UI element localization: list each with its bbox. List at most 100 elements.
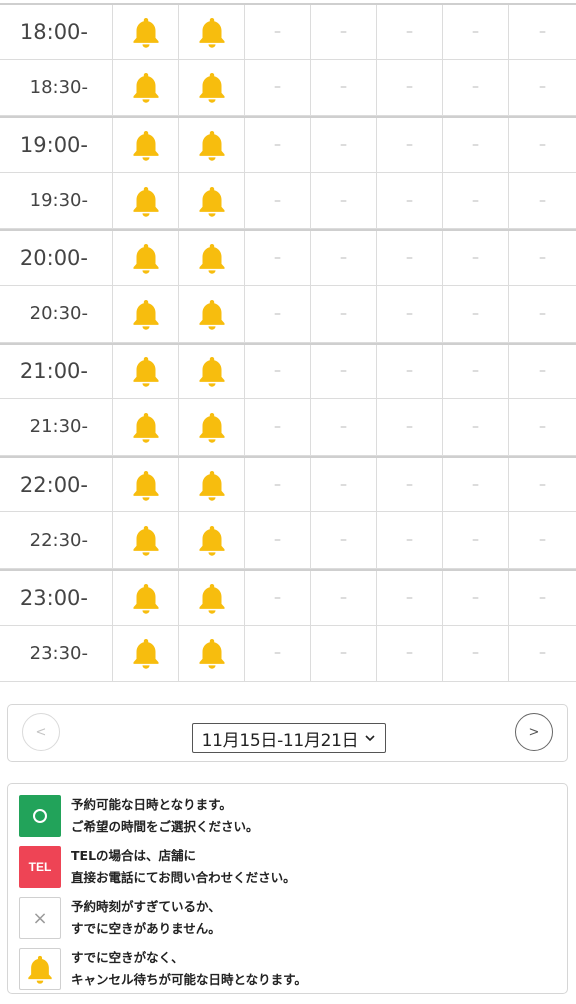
unavailable-slot: – — [377, 512, 443, 568]
legend-tel-line2: 直接お電話にてお問い合わせください。 — [71, 870, 296, 885]
unavailable-slot: – — [443, 5, 509, 59]
legend-item-tel: TEL TELの場合は、店舗に 直接お電話にてお問い合わせください。 — [19, 845, 296, 889]
unavailable-slot: – — [443, 118, 509, 172]
time-row: 20:30- – – – – – — [0, 285, 576, 343]
unavailable-slot: – — [443, 285, 509, 342]
bell-icon — [131, 298, 161, 330]
legend-box: 予約可能な日時となります。 ご希望の時間をご選択ください。 TEL TELの場合… — [7, 783, 568, 994]
unavailable-slot: – — [377, 457, 443, 512]
week-select[interactable]: 11月15日-11月21日 — [192, 723, 386, 753]
week-navigation: < 11月15日-11月21日 > — [7, 704, 568, 762]
unavailable-slot: – — [377, 285, 443, 342]
time-label: 22:00- — [0, 457, 113, 512]
time-row: 23:00- – – – – – — [0, 568, 576, 626]
unavailable-slot: – — [539, 363, 546, 380]
waitlist-slot[interactable] — [179, 285, 245, 342]
bell-icon — [197, 411, 227, 443]
unavailable-slot: – — [377, 231, 443, 285]
time-label: 18:30- — [0, 59, 113, 116]
unavailable-slot: – — [311, 457, 377, 512]
bell-icon — [131, 129, 161, 161]
unavailable-slot: – — [539, 418, 546, 435]
time-label: 19:30- — [0, 172, 113, 229]
bell-icon — [197, 298, 227, 330]
cross-icon: × — [19, 897, 61, 939]
waitlist-slot[interactable] — [113, 570, 179, 625]
next-week-button[interactable]: > — [515, 713, 553, 751]
unavailable-slot: – — [245, 512, 311, 568]
tel-icon: TEL — [19, 846, 61, 888]
unavailable-slot: – — [539, 23, 546, 40]
bell-icon — [131, 242, 161, 274]
waitlist-slot[interactable] — [179, 399, 245, 455]
time-label: 23:30- — [0, 625, 113, 682]
unavailable-slot: – — [377, 570, 443, 625]
waitlist-slot[interactable] — [113, 399, 179, 455]
waitlist-slot[interactable] — [113, 457, 179, 512]
unavailable-slot: – — [245, 570, 311, 625]
unavailable-slot: – — [311, 5, 377, 59]
unavailable-slot: – — [539, 532, 546, 549]
unavailable-slot: – — [377, 118, 443, 172]
legend-closed-line2: すでに空きがありません。 — [71, 921, 221, 936]
prev-week-button[interactable]: < — [22, 713, 60, 751]
bell-icon — [197, 129, 227, 161]
bell-icon — [197, 637, 227, 670]
unavailable-slot: – — [245, 118, 311, 172]
bell-icon — [131, 637, 161, 670]
unavailable-slot: – — [311, 344, 377, 399]
bell-icon — [131, 469, 161, 501]
unavailable-slot: – — [311, 285, 377, 342]
waitlist-slot[interactable] — [179, 172, 245, 229]
bell-icon — [19, 948, 61, 990]
waitlist-slot[interactable] — [113, 59, 179, 116]
waitlist-slot[interactable] — [179, 59, 245, 116]
unavailable-slot: – — [377, 625, 443, 682]
bell-icon — [197, 16, 227, 48]
waitlist-slot[interactable] — [179, 344, 245, 399]
legend-item-closed: × 予約時刻がすぎているか、 すでに空きがありません。 — [19, 896, 221, 940]
waitlist-slot[interactable] — [179, 231, 245, 285]
time-row: 22:00- – – – – – — [0, 455, 576, 513]
bell-icon — [197, 242, 227, 274]
waitlist-slot[interactable] — [113, 344, 179, 399]
time-row: 23:30- – – – – – — [0, 625, 576, 683]
legend-tel-line1: TELの場合は、店舗に — [71, 848, 197, 863]
bell-icon — [131, 71, 161, 104]
waitlist-slot[interactable] — [113, 231, 179, 285]
unavailable-slot: – — [377, 399, 443, 455]
time-label: 23:00- — [0, 570, 113, 625]
unavailable-slot: – — [443, 625, 509, 682]
unavailable-slot: – — [443, 344, 509, 399]
unavailable-slot: – — [311, 399, 377, 455]
time-row: 21:30- – – – – – — [0, 399, 576, 456]
waitlist-slot[interactable] — [179, 512, 245, 568]
waitlist-slot[interactable] — [179, 570, 245, 625]
time-row: 18:30- – – – – – — [0, 59, 576, 117]
waitlist-slot[interactable] — [113, 5, 179, 59]
unavailable-slot: – — [311, 172, 377, 229]
waitlist-slot[interactable] — [113, 172, 179, 229]
unavailable-slot: – — [245, 59, 311, 116]
bell-icon — [197, 524, 227, 556]
waitlist-slot[interactable] — [113, 625, 179, 682]
unavailable-slot: – — [377, 172, 443, 229]
time-row: 20:00- – – – – – — [0, 229, 576, 286]
unavailable-slot: – — [443, 512, 509, 568]
waitlist-slot[interactable] — [179, 5, 245, 59]
unavailable-slot: – — [539, 192, 546, 209]
waitlist-slot[interactable] — [113, 285, 179, 342]
unavailable-slot: – — [443, 59, 509, 116]
time-label: 20:30- — [0, 285, 113, 342]
bell-icon — [197, 582, 227, 614]
waitlist-slot[interactable] — [179, 457, 245, 512]
waitlist-slot[interactable] — [113, 512, 179, 568]
waitlist-slot[interactable] — [113, 118, 179, 172]
waitlist-slot[interactable] — [179, 118, 245, 172]
time-label: 22:30- — [0, 512, 113, 568]
waitlist-slot[interactable] — [179, 625, 245, 682]
week-select-value: 11月15日-11月21日 — [201, 730, 359, 751]
unavailable-slot: – — [377, 5, 443, 59]
time-label: 21:00- — [0, 344, 113, 399]
bell-icon — [197, 185, 227, 217]
